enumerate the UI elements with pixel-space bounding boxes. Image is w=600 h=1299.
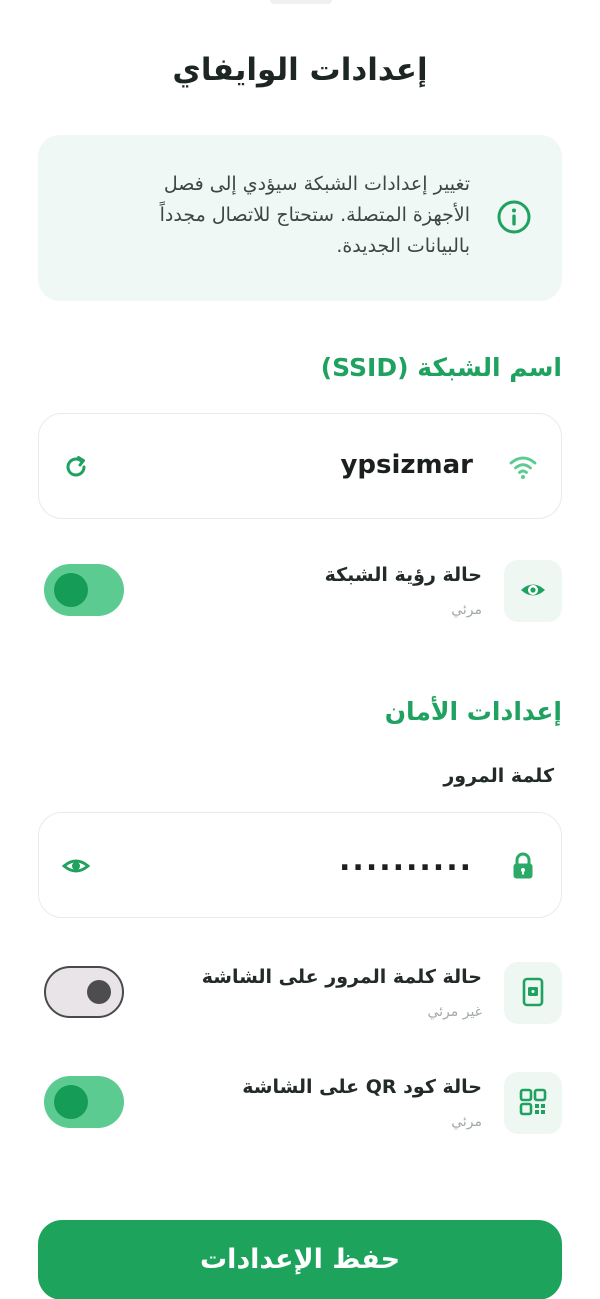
top-handle [270,0,332,4]
info-line: تغيير إعدادات الشبكة سيؤدي إلى فصل [163,173,470,195]
lock-icon [513,852,533,879]
qr-on-screen-label: حالة كود QR على الشاشة [242,1076,482,1098]
qr-on-screen-status: مرئي [451,1114,482,1130]
info-notice: تغيير إعدادات الشبكة سيؤدي إلى فصل الأجه… [38,135,562,301]
ssid-section-title: اسم الشبكة (SSID) [320,353,562,382]
info-text: تغيير إعدادات الشبكة سيؤدي إلى فصل الأجه… [70,169,470,262]
password-on-screen-toggle[interactable] [44,966,124,1018]
qr-code-icon-box [504,1072,562,1134]
security-section-title: إعدادات الأمان [384,697,562,726]
qr-on-screen-toggle[interactable] [44,1076,124,1128]
network-visibility-status: مرئي [451,602,482,618]
password-label: كلمة المرور [443,765,554,787]
toggle-knob [87,980,111,1004]
network-visibility-toggle[interactable] [44,564,124,616]
toggle-knob [54,573,88,607]
eye-icon[interactable] [61,851,91,881]
qr-code-icon [519,1088,547,1116]
eye-icon [521,584,545,596]
network-visibility-row: حالة رؤية الشبكة مرئي [38,560,562,624]
password-on-screen-label: حالة كلمة المرور على الشاشة [201,966,482,988]
eye-icon-box [504,560,562,622]
info-line: الأجهزة المتصلة. ستحتاج للاتصال مجدداً [159,204,470,226]
password-on-screen-row: حالة كلمة المرور على الشاشة غير مرئي [38,962,562,1026]
password-on-screen-status: غير مرئي [427,1004,482,1020]
password-input[interactable]: .......... [38,812,562,918]
phone-screen-icon [522,977,544,1007]
refresh-icon[interactable] [61,452,91,482]
toggle-knob [54,1085,88,1119]
ssid-value: ypsizmar [340,450,473,480]
password-value: .......... [339,843,473,878]
info-icon [497,200,531,234]
network-visibility-label: حالة رؤية الشبكة [324,564,482,586]
info-line: بالبيانات الجديدة. [336,235,470,257]
qr-on-screen-row: حالة كود QR على الشاشة مرئي [38,1072,562,1136]
save-settings-button[interactable]: حفظ الإعدادات [38,1220,562,1299]
wifi-icon [509,456,537,479]
ssid-input[interactable]: ypsizmar [38,413,562,519]
page-title: إعدادات الوايفاي [172,52,428,88]
phone-screen-icon-box [504,962,562,1024]
